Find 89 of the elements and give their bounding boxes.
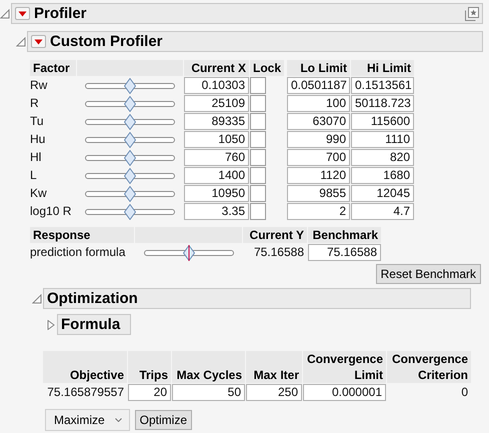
optimize-button[interactable]: Optimize: [134, 410, 192, 430]
value-field[interactable]: 89335: [184, 113, 249, 130]
column-header: Trips: [128, 351, 171, 383]
value-field[interactable]: 25109: [184, 95, 249, 112]
column-header: Convergence Limit: [303, 351, 386, 383]
slider-thumb[interactable]: [124, 150, 136, 166]
menu-button[interactable]: [15, 7, 30, 20]
slider-thumb[interactable]: [124, 96, 136, 112]
menu-button[interactable]: [31, 35, 46, 48]
factor-name: Hl: [30, 149, 42, 166]
benchmark-field[interactable]: 75.16588: [308, 244, 381, 261]
slider-thumb[interactable]: [124, 204, 136, 220]
limit-field[interactable]: 63070: [287, 113, 350, 130]
slider-thumb[interactable]: [124, 186, 136, 202]
factor-name: log10 R: [30, 203, 72, 220]
goal-dropdown[interactable]: Maximize: [45, 409, 130, 431]
current-y-value: 75.16588: [252, 244, 305, 261]
reset-benchmark-button[interactable]: Reset Benchmark: [376, 264, 481, 284]
value-field[interactable]: 250: [246, 384, 302, 401]
table-cell-text: 0: [460, 384, 469, 401]
column-header: Lock: [250, 60, 284, 76]
value-field[interactable]: 20: [128, 384, 171, 401]
caret-icon: [18, 10, 27, 16]
limit-field[interactable]: 0.1513561: [351, 77, 414, 94]
value-field[interactable]: 0.10303: [184, 77, 249, 94]
triangle-icon[interactable]: [46, 320, 56, 330]
outline-title: Profiler: [34, 5, 87, 22]
caret-icon: [34, 38, 43, 44]
star-icon[interactable]: [465, 6, 479, 20]
value-field[interactable]: 760: [184, 149, 249, 166]
slider-thumb[interactable]: [124, 168, 136, 184]
limit-field[interactable]: 12045: [351, 185, 414, 202]
caret-icon: [114, 418, 122, 422]
factor-name: Rw: [30, 77, 48, 94]
lock-checkbox[interactable]: [250, 167, 266, 184]
response-name: prediction formula: [30, 244, 126, 261]
outline-title: Formula: [61, 316, 120, 333]
lock-checkbox[interactable]: [250, 95, 266, 112]
column-header: Objective: [43, 351, 127, 383]
slider-thumb[interactable]: [124, 78, 136, 94]
factor-name: Hu: [30, 131, 46, 148]
limit-field[interactable]: 990: [287, 131, 350, 148]
slider-thumb[interactable]: [124, 132, 136, 148]
limit-field[interactable]: 4.7: [351, 203, 414, 220]
column-header: Benchmark: [308, 227, 381, 243]
value-field[interactable]: 1050: [184, 131, 249, 148]
triangle-icon[interactable]: [32, 294, 42, 304]
lock-checkbox[interactable]: [250, 149, 266, 166]
value-field[interactable]: 1400: [184, 167, 249, 184]
column-header: Current Y: [243, 227, 307, 243]
limit-field[interactable]: 2: [287, 203, 350, 220]
column-header: Lo Limit: [287, 60, 350, 76]
factor-name: Kw: [30, 185, 48, 202]
value-field[interactable]: 50: [172, 384, 245, 401]
limit-field[interactable]: 1120: [287, 167, 350, 184]
factor-name: R: [30, 95, 40, 112]
limit-field[interactable]: 1680: [351, 167, 414, 184]
column-header: Current X: [184, 60, 249, 76]
outline-title: Custom Profiler: [50, 33, 163, 50]
limit-field[interactable]: 115600: [351, 113, 414, 130]
lock-checkbox[interactable]: [250, 203, 266, 220]
limit-field[interactable]: 50118.723: [351, 95, 414, 112]
triangle-icon[interactable]: [0, 8, 10, 18]
column-header: Convergence Criterion: [387, 351, 471, 383]
lock-checkbox[interactable]: [250, 77, 266, 94]
value-field[interactable]: 10950: [184, 185, 249, 202]
limit-field[interactable]: 9855: [287, 185, 350, 202]
lock-checkbox[interactable]: [250, 185, 266, 202]
limit-field[interactable]: 820: [351, 149, 414, 166]
limit-field[interactable]: 0.0501187: [287, 77, 350, 94]
limit-field[interactable]: 1110: [351, 131, 414, 148]
limit-field[interactable]: 700: [287, 149, 350, 166]
column-header: Factor: [30, 60, 76, 76]
limit-field[interactable]: 100: [287, 95, 350, 112]
lock-checkbox[interactable]: [250, 131, 266, 148]
lock-checkbox[interactable]: [250, 113, 266, 130]
column-header: Max Cycles: [172, 351, 245, 383]
table-cell-text: 75.165879557: [46, 384, 125, 401]
slider-thumb[interactable]: [182, 244, 194, 260]
factor-name: L: [30, 167, 38, 184]
outline-title: Optimization: [47, 290, 138, 307]
column-header: Hi Limit: [351, 60, 414, 76]
value-field[interactable]: 0.000001: [303, 384, 386, 401]
factor-name: Tu: [30, 113, 45, 130]
slider-thumb[interactable]: [124, 114, 136, 130]
column-header: Max Iter: [246, 351, 302, 383]
triangle-icon[interactable]: [16, 36, 26, 46]
value-field[interactable]: 3.35: [184, 203, 249, 220]
column-header: Response: [30, 227, 134, 243]
